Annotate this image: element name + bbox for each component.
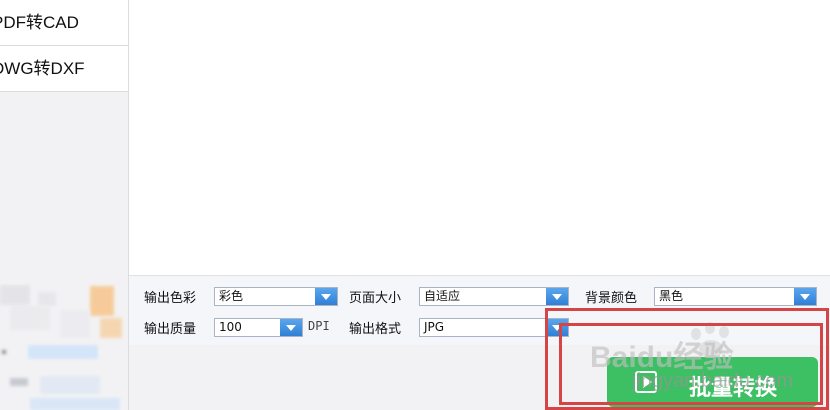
sidebar-item-dwg-to-dxf[interactable]: DWG转DXF — [0, 46, 128, 92]
annotation-inner-box — [559, 323, 823, 405]
sidebar-item-pdf-to-cad[interactable]: PDF转CAD — [0, 0, 128, 46]
output-color-value: 彩色 — [219, 289, 244, 303]
output-quality-label: 输出质量 — [144, 322, 197, 337]
output-color-label: 输出色彩 — [144, 291, 197, 306]
output-quality-select[interactable]: 100 — [214, 318, 303, 337]
output-quality-value: 100 — [219, 320, 242, 334]
dpi-unit-label: DPI — [308, 319, 330, 333]
page-size-value: 自适应 — [424, 289, 461, 303]
page-size-select[interactable]: 自适应 — [419, 287, 569, 306]
output-color-select[interactable]: 彩色 — [214, 287, 338, 306]
chevron-down-icon[interactable] — [794, 288, 816, 305]
background-color-value: 黑色 — [659, 289, 684, 303]
preview-area — [129, 0, 830, 275]
chevron-down-icon[interactable] — [315, 288, 337, 305]
chevron-down-icon[interactable] — [280, 319, 302, 336]
output-format-label: 输出格式 — [349, 322, 402, 337]
sidebar-item-label: DWG转DXF — [0, 59, 85, 78]
page-size-label: 页面大小 — [349, 291, 402, 306]
chevron-down-icon[interactable] — [546, 288, 568, 305]
background-color-label: 背景颜色 — [585, 291, 638, 306]
background-color-select[interactable]: 黑色 — [654, 287, 817, 306]
sidebar-item-label: PDF转CAD — [0, 13, 79, 32]
sidebar: PDF转CAD DWG转DXF — [0, 0, 129, 410]
output-format-value: JPG — [424, 320, 445, 334]
